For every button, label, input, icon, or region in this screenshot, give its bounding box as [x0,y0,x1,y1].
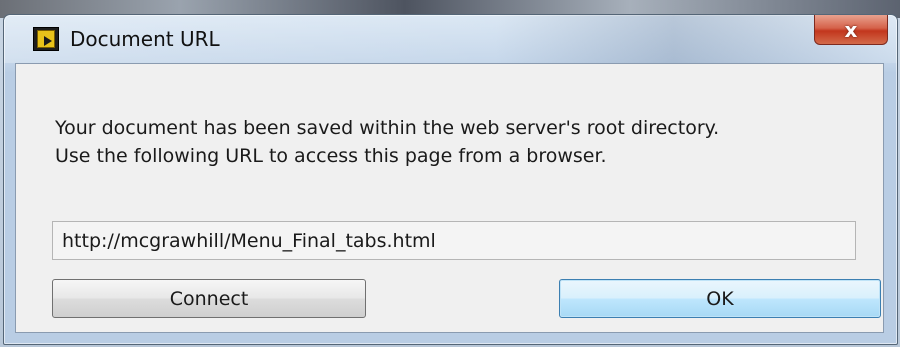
title-bar[interactable]: Document URL x [4,15,897,63]
dialog-message: Your document has been saved within the … [55,114,719,170]
url-field[interactable] [52,221,856,260]
labview-vi-icon [33,27,59,51]
window-title: Document URL [70,27,220,51]
app-icon-arrow [44,36,52,46]
ok-button[interactable]: OK [559,279,881,318]
close-button[interactable]: x [814,15,888,45]
app-icon-glyph [37,30,55,48]
connect-button[interactable]: Connect [52,279,366,318]
message-line-2: Use the following URL to access this pag… [55,145,607,167]
document-url-dialog: Document URL x Your document has been sa… [3,14,898,345]
dialog-content: Your document has been saved within the … [15,63,884,333]
close-icon: x [844,17,858,42]
message-line-1: Your document has been saved within the … [55,117,720,139]
